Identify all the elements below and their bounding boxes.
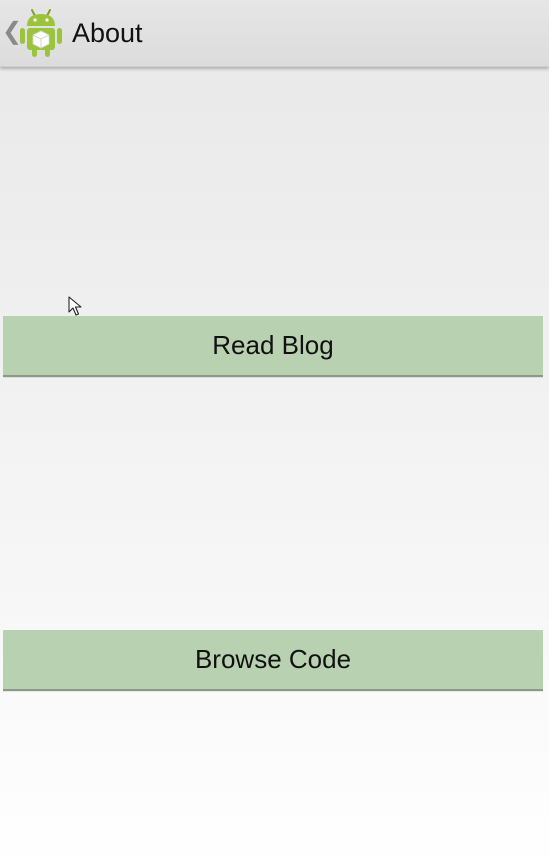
read-blog-button[interactable]: Read Blog — [3, 316, 543, 377]
page-title: About — [72, 18, 143, 48]
action-bar: ❮ About — [0, 0, 549, 67]
chevron-left-icon[interactable]: ❮ — [2, 18, 22, 46]
browse-code-button[interactable]: Browse Code — [3, 630, 543, 691]
mouse-pointer-icon — [68, 296, 82, 316]
android-robot-icon[interactable] — [18, 6, 64, 58]
